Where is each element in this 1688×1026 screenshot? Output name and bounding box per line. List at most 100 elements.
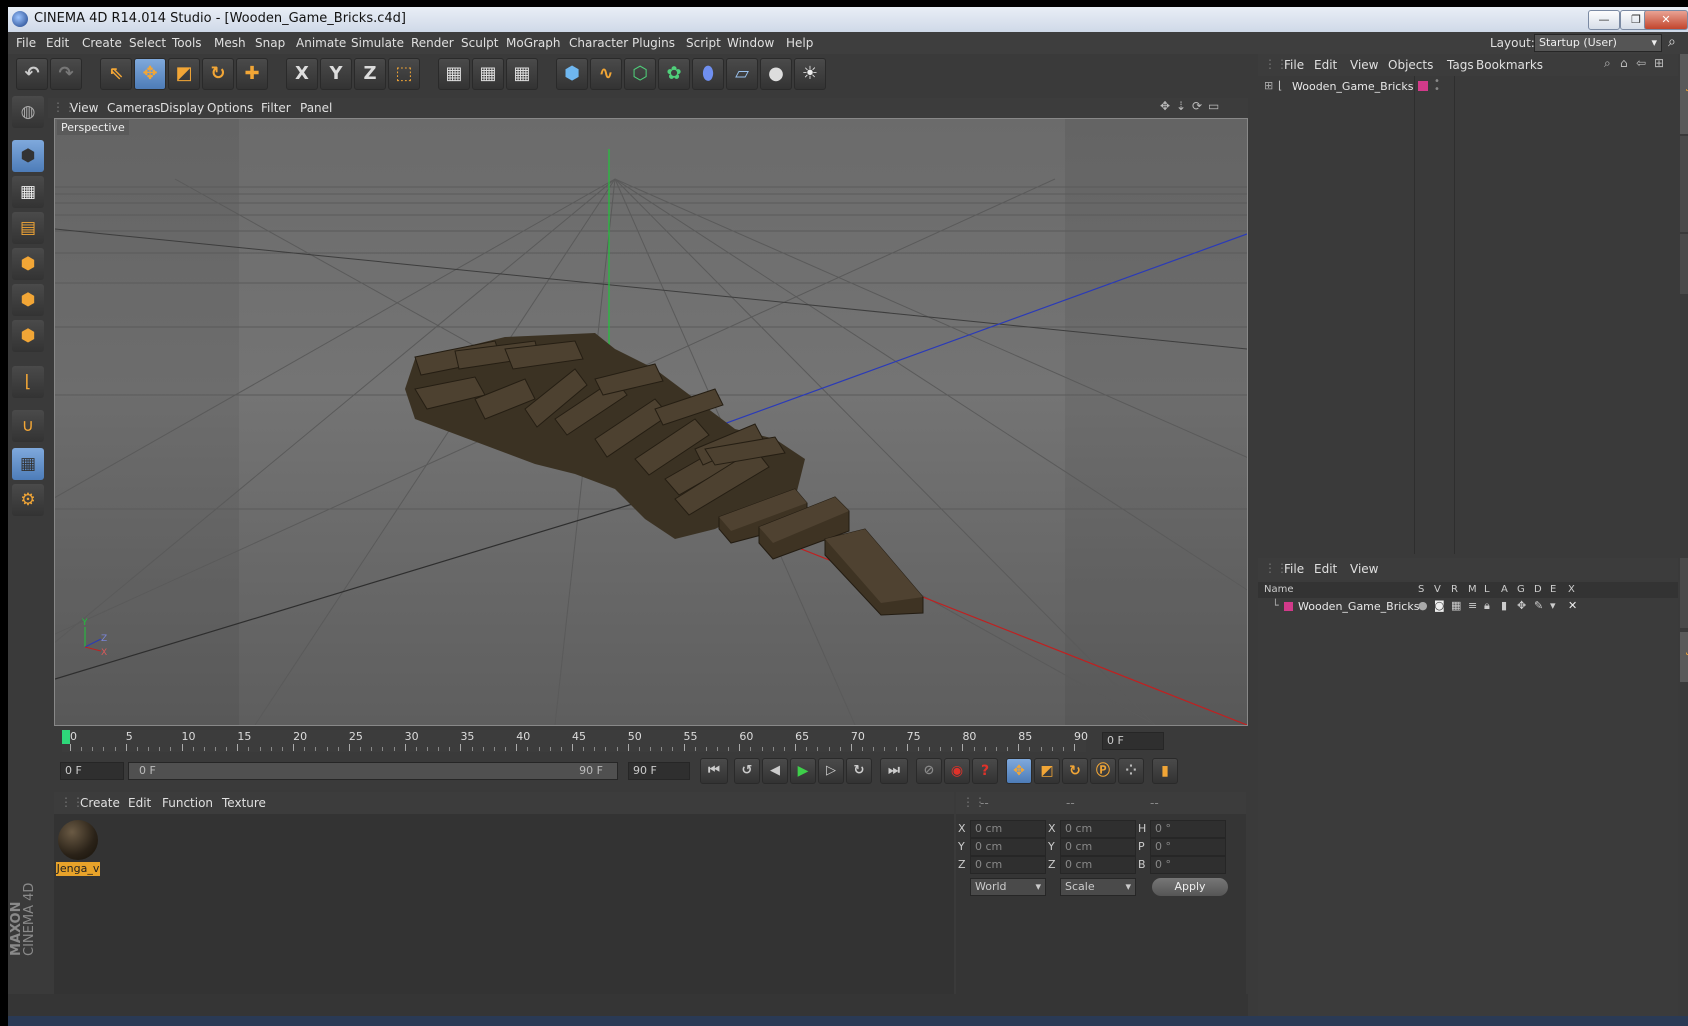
move-tool-button[interactable]: ✥ [134,58,166,90]
render-settings-button[interactable]: ▦ [506,58,538,90]
object-menu-bookmarks[interactable]: Bookmarks [1476,58,1543,72]
key-rotation-button[interactable]: ↻ [1062,758,1088,784]
recent-tool-button[interactable]: ✚ [236,58,268,90]
scale-tool-button[interactable]: ◩ [168,58,200,90]
previous-frame-button[interactable]: ◀ [762,758,788,784]
next-key-button[interactable]: ↻ [846,758,872,784]
y-axis-button[interactable]: Y [320,58,352,90]
polygons-mode-button[interactable]: ⬢ [12,320,44,352]
render-picture-viewer-button[interactable]: ▦ [472,58,504,90]
autokey-button[interactable]: ◉ [944,758,970,784]
key-position-button[interactable]: ✥ [1006,758,1032,784]
menu-select[interactable]: Select [129,36,166,50]
coordinate-value-field[interactable]: 0 ° [1150,838,1226,856]
close-button[interactable]: ✕ [1644,10,1688,30]
play-button[interactable]: ▶ [790,758,816,784]
object-menu-tags[interactable]: Tags [1447,58,1474,72]
layer-column-l[interactable]: L [1484,584,1490,595]
model-mode-button[interactable]: ◍ [12,96,44,128]
texture-mode-button[interactable]: ▦ [12,176,44,208]
side-tab-structure[interactable]: Structure [1680,234,1688,294]
visibility-dots-icon[interactable]: • • [1434,77,1440,95]
manager-toggle-icon[interactable]: ≡ [1468,599,1477,612]
layer-column-g[interactable]: G [1517,584,1525,595]
coordinate-mode-dropdown[interactable]: World ▾ [970,878,1046,896]
menu-create[interactable]: Create [82,36,122,50]
menu-simulate[interactable]: Simulate [351,36,404,50]
viewport-menu-options[interactable]: Options [207,101,253,115]
layer-menu-edit[interactable]: Edit [1314,562,1337,576]
add-nurbs-button[interactable]: ⬡ [624,58,656,90]
apply-button[interactable]: Apply [1152,878,1228,896]
menu-file[interactable]: File [16,36,36,50]
side-tab-layers[interactable]: Layers [1680,632,1688,682]
keyframe-selection-button[interactable]: ? [972,758,998,784]
home-icon[interactable]: ⌂ [1620,56,1628,70]
redo-button[interactable]: ↷ [50,58,82,90]
menu-render[interactable]: Render [411,36,454,50]
layer-color-swatch[interactable] [1418,81,1428,91]
layer-column-v[interactable]: V [1434,584,1441,595]
coordinate-value-field[interactable]: 0 cm [1060,838,1136,856]
frame-range-slider[interactable]: 0 F 90 F [128,762,618,780]
side-tab-content-browser[interactable]: Content Browser [1680,136,1688,232]
snap-button[interactable]: ∪ [12,410,44,442]
layout-dropdown[interactable]: Startup (User) ▾ [1534,34,1662,52]
layer-column-a[interactable]: A [1501,584,1508,595]
layer-color-swatch[interactable] [1284,602,1293,611]
object-row[interactable]: ⊞ ⌊ Wooden_Game_Bricks • • [1258,77,1678,96]
layer-menu-view[interactable]: View [1350,562,1378,576]
material-menu-function[interactable]: Function [162,796,213,810]
menu-character[interactable]: Character [569,36,628,50]
solo-toggle-icon[interactable]: ● [1418,599,1428,612]
coordinate-value-field[interactable]: 0 cm [970,838,1046,856]
deformer-toggle-icon[interactable]: ✎ [1534,599,1543,612]
perspective-viewport[interactable]: Y Z X Perspective [54,118,1248,726]
add-cube-button[interactable]: ⬢ [556,58,588,90]
viewport-menu-panel[interactable]: Panel [300,101,332,115]
menu-edit[interactable]: Edit [46,36,69,50]
viewport-move-icon[interactable]: ✥ [1160,99,1170,113]
material-swatch[interactable]: Jenga_v [56,820,100,878]
viewport-maximize-icon[interactable]: ▭ [1208,99,1219,113]
current-frame-field[interactable]: 0 F [1102,732,1164,750]
menu-tools[interactable]: Tools [172,36,202,50]
viewport-menu-filter[interactable]: Filter [261,101,291,115]
material-menu-create[interactable]: Create [80,796,120,810]
object-menu-view[interactable]: View [1350,58,1378,72]
lock-toggle-icon[interactable]: 🔒︎ [1484,599,1490,613]
add-spline-button[interactable]: ∿ [590,58,622,90]
expand-icon[interactable]: ⊞ [1264,79,1273,92]
layer-column-d[interactable]: D [1534,584,1542,595]
material-menu-edit[interactable]: Edit [128,796,151,810]
coordinate-value-field[interactable]: 0 cm [970,820,1046,838]
go-to-start-button[interactable]: ⏮ [700,758,728,784]
viewport-menu-display[interactable]: Display [160,101,204,115]
viewport-zoom-icon[interactable]: ⇣ [1176,99,1186,113]
playhead-marker[interactable] [62,730,70,744]
viewport-rotate-icon[interactable]: ⟳ [1192,99,1202,113]
next-frame-button[interactable]: ▷ [818,758,844,784]
cinema4d-app-icon[interactable] [12,11,28,27]
search-icon[interactable]: ⌕ [1668,34,1676,50]
generator-toggle-icon[interactable]: ✥ [1517,599,1526,612]
add-deformer-button[interactable]: ⬮ [692,58,724,90]
locked-workplane-button[interactable]: ⚙ [12,484,44,516]
render-toggle-icon[interactable]: ▦ [1451,599,1461,612]
live-selection-button[interactable]: ⇖ [100,58,132,90]
menu-script[interactable]: Script [686,36,721,50]
coordinate-value-field[interactable]: 0 cm [970,856,1046,874]
layer-row[interactable]: └ Wooden_Game_Bricks ● ◙ ▦ ≡ 🔒︎ ▮ ✥ ✎ ▾ … [1258,598,1678,616]
coordinate-value-field[interactable]: 0 cm [1060,820,1136,838]
timeline-ruler[interactable]: 0 5 10 15 20 25 30 35 40 45 50 55 60 65 70 75 80 85 90 0 F [54,726,1246,756]
object-name[interactable]: Wooden_Game_Bricks [1292,80,1413,93]
edges-mode-button[interactable]: ⬢ [12,284,44,316]
add-floor-button[interactable]: ▱ [726,58,758,90]
render-view-button[interactable]: ▦ [438,58,470,90]
rotate-tool-button[interactable]: ↻ [202,58,234,90]
previous-key-button[interactable]: ↺ [734,758,760,784]
menu-mograph[interactable]: MoGraph [506,36,561,50]
object-mode-button[interactable]: ⬢ [12,140,44,172]
end-frame-field[interactable]: 90 F [628,762,690,780]
coordinate-value-field[interactable]: 0 cm [1060,856,1136,874]
